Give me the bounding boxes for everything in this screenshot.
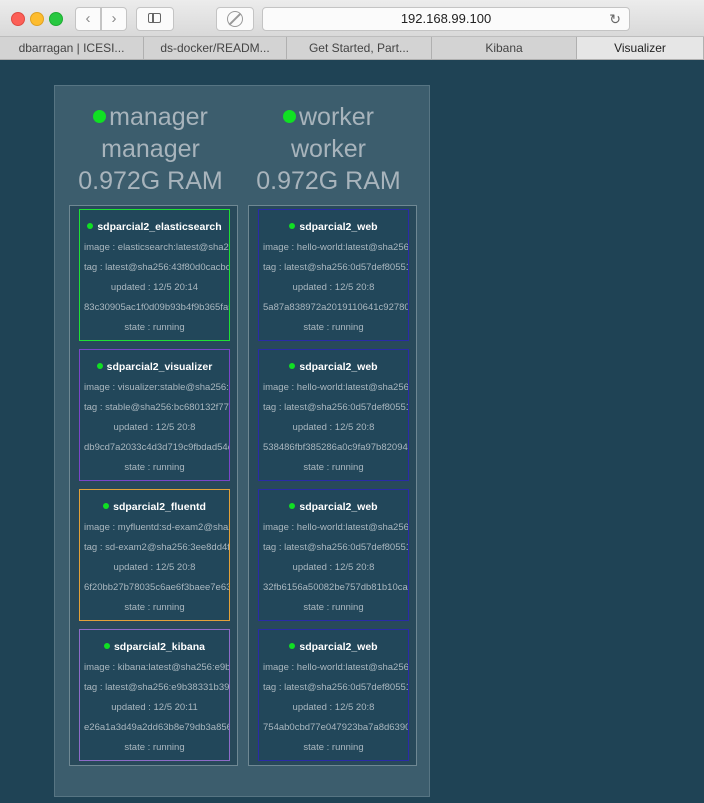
task-image: image : hello-world:latest@sha256:: [263, 662, 409, 673]
node-hostname: manager: [101, 135, 200, 163]
task-image: image : hello-world:latest@sha256:: [263, 382, 409, 393]
content-blocker-button[interactable]: [216, 7, 254, 31]
task-state: state : running: [124, 462, 185, 473]
task-tag: tag : stable@sha256:bc680132f772: [84, 402, 230, 413]
task-image: image : myfluentd:sd-exam2@sha2: [84, 522, 230, 533]
task-name: sdparcial2_web: [299, 641, 378, 653]
task-updated: updated : 12/5 20:8: [292, 702, 375, 713]
node-ram: 0.972G RAM: [78, 167, 223, 195]
reload-icon[interactable]: ↻: [609, 8, 621, 30]
tab-bar: dbarragan | ICESI... ds-docker/READM... …: [0, 37, 704, 60]
minimize-window-button[interactable]: [30, 12, 44, 26]
zoom-window-button[interactable]: [49, 12, 63, 26]
task-state: state : running: [124, 742, 185, 753]
task-state: state : running: [303, 322, 364, 333]
task-name: sdparcial2_elasticsearch: [97, 221, 222, 233]
status-dot-icon: [289, 503, 296, 510]
task-tag: tag : latest@sha256:0d57def80551: [263, 542, 409, 553]
task-state: state : running: [303, 462, 364, 473]
task-card[interactable]: sdparcial2_fluentd image : myfluentd:sd-…: [79, 489, 230, 621]
task-state: state : running: [124, 602, 185, 613]
task-name: sdparcial2_kibana: [113, 641, 206, 653]
node-role: worker: [298, 103, 374, 131]
browser-toolbar: ‹ › 192.168.99.100 ↻: [0, 0, 704, 37]
task-updated: updated : 12/5 20:14: [110, 282, 199, 293]
task-tag: tag : latest@sha256:0d57def80551: [263, 402, 409, 413]
node-hostname: worker: [290, 135, 366, 163]
swarm-cluster-panel: manager manager 0.972G RAM worker worker…: [54, 85, 430, 797]
close-window-button[interactable]: [11, 12, 25, 26]
status-dot-icon: [103, 503, 110, 510]
tab-icesi[interactable]: dbarragan | ICESI...: [0, 37, 144, 59]
task-tag: tag : latest@sha256:e9b38331b39b: [84, 682, 230, 693]
status-dot-icon: [282, 109, 296, 123]
node-header-manager: manager manager 0.972G RAM: [58, 101, 243, 197]
task-id: e26a1a3d49a2dd63b8e79db3a856: [84, 722, 230, 733]
task-name: sdparcial2_fluentd: [113, 501, 206, 513]
address-bar[interactable]: 192.168.99.100 ↻: [262, 7, 630, 31]
task-id: 538486fbf385286a0c9fa97b820941: [263, 442, 409, 453]
status-dot-icon: [289, 223, 296, 230]
tab-visualizer[interactable]: Visualizer: [577, 37, 704, 59]
task-image: image : hello-world:latest@sha256:: [263, 522, 409, 533]
task-tag: tag : latest@sha256:0d57def80551: [263, 262, 409, 273]
task-updated: updated : 12/5 20:8: [292, 282, 375, 293]
url-text: 192.168.99.100: [400, 11, 492, 26]
tab-kibana[interactable]: Kibana: [432, 37, 577, 59]
status-dot-icon: [87, 223, 94, 230]
task-tag: tag : latest@sha256:43f80d0cacbd2: [84, 262, 230, 273]
task-tag: tag : sd-exam2@sha256:3ee8dd4f1: [84, 542, 230, 553]
status-dot-icon: [289, 643, 296, 650]
task-updated: updated : 12/5 20:8: [292, 562, 375, 573]
tab-get-started[interactable]: Get Started, Part...: [287, 37, 432, 59]
task-name: sdparcial2_web: [299, 501, 378, 513]
manager-task-column: sdparcial2_elasticsearch image : elastic…: [69, 205, 238, 766]
status-dot-icon: [103, 643, 110, 650]
task-name: sdparcial2_visualizer: [106, 361, 213, 373]
task-image: image : kibana:latest@sha256:e9b3: [84, 662, 230, 673]
task-image: image : hello-world:latest@sha256:: [263, 242, 409, 253]
sidebar-toggle-button[interactable]: [136, 7, 174, 31]
tab-ds-docker[interactable]: ds-docker/READM...: [144, 37, 287, 59]
block-icon: [227, 11, 243, 27]
task-card[interactable]: sdparcial2_web image : hello-world:lates…: [258, 349, 409, 481]
task-image: image : visualizer:stable@sha256:b: [84, 382, 230, 393]
task-state: state : running: [124, 322, 185, 333]
task-card[interactable]: sdparcial2_web image : hello-world:lates…: [258, 209, 409, 341]
task-id: 6f20bb27b78035c6ae6f3baee7e63: [84, 582, 230, 593]
task-card[interactable]: sdparcial2_kibana image : kibana:latest@…: [79, 629, 230, 761]
task-id: 754ab0cbd77e047923ba7a8d6390: [263, 722, 409, 733]
status-dot-icon: [96, 363, 103, 370]
task-updated: updated : 12/5 20:8: [113, 562, 196, 573]
task-id: 5a87a838972a2019110641c927800: [263, 302, 409, 313]
chevron-right-icon: ›: [111, 10, 117, 27]
task-card[interactable]: sdparcial2_web image : hello-world:lates…: [258, 489, 409, 621]
task-state: state : running: [303, 602, 364, 613]
task-tag: tag : latest@sha256:0d57def80551: [263, 682, 409, 693]
task-name: sdparcial2_web: [299, 221, 378, 233]
node-role: manager: [109, 103, 208, 131]
status-dot-icon: [93, 109, 107, 123]
worker-task-column: sdparcial2_web image : hello-world:lates…: [248, 205, 417, 766]
chevron-left-icon: ‹: [85, 10, 91, 27]
task-state: state : running: [303, 742, 364, 753]
task-card[interactable]: sdparcial2_visualizer image : visualizer…: [79, 349, 230, 481]
task-name: sdparcial2_web: [299, 361, 378, 373]
back-button[interactable]: ‹: [75, 7, 101, 31]
task-card[interactable]: sdparcial2_web image : hello-world:lates…: [258, 629, 409, 761]
forward-button[interactable]: ›: [101, 7, 127, 31]
node-header-worker: worker worker 0.972G RAM: [236, 101, 421, 197]
task-id: 32fb6156a50082be757db81b10ca6: [263, 582, 409, 593]
task-updated: updated : 12/5 20:8: [292, 422, 375, 433]
task-image: image : elasticsearch:latest@sha256:: [84, 242, 230, 253]
task-id: db9cd7a2033c4d3d719c9fbdad54e: [84, 442, 230, 453]
status-dot-icon: [289, 363, 296, 370]
sidebar-icon: [148, 13, 161, 23]
task-updated: updated : 12/5 20:8: [113, 422, 196, 433]
task-card[interactable]: sdparcial2_elasticsearch image : elastic…: [79, 209, 230, 341]
node-ram: 0.972G RAM: [256, 167, 401, 195]
task-updated: updated : 12/5 20:11: [111, 702, 198, 713]
task-id: 83c30905ac1f0d09b93b4f9b365fa5: [84, 302, 230, 313]
